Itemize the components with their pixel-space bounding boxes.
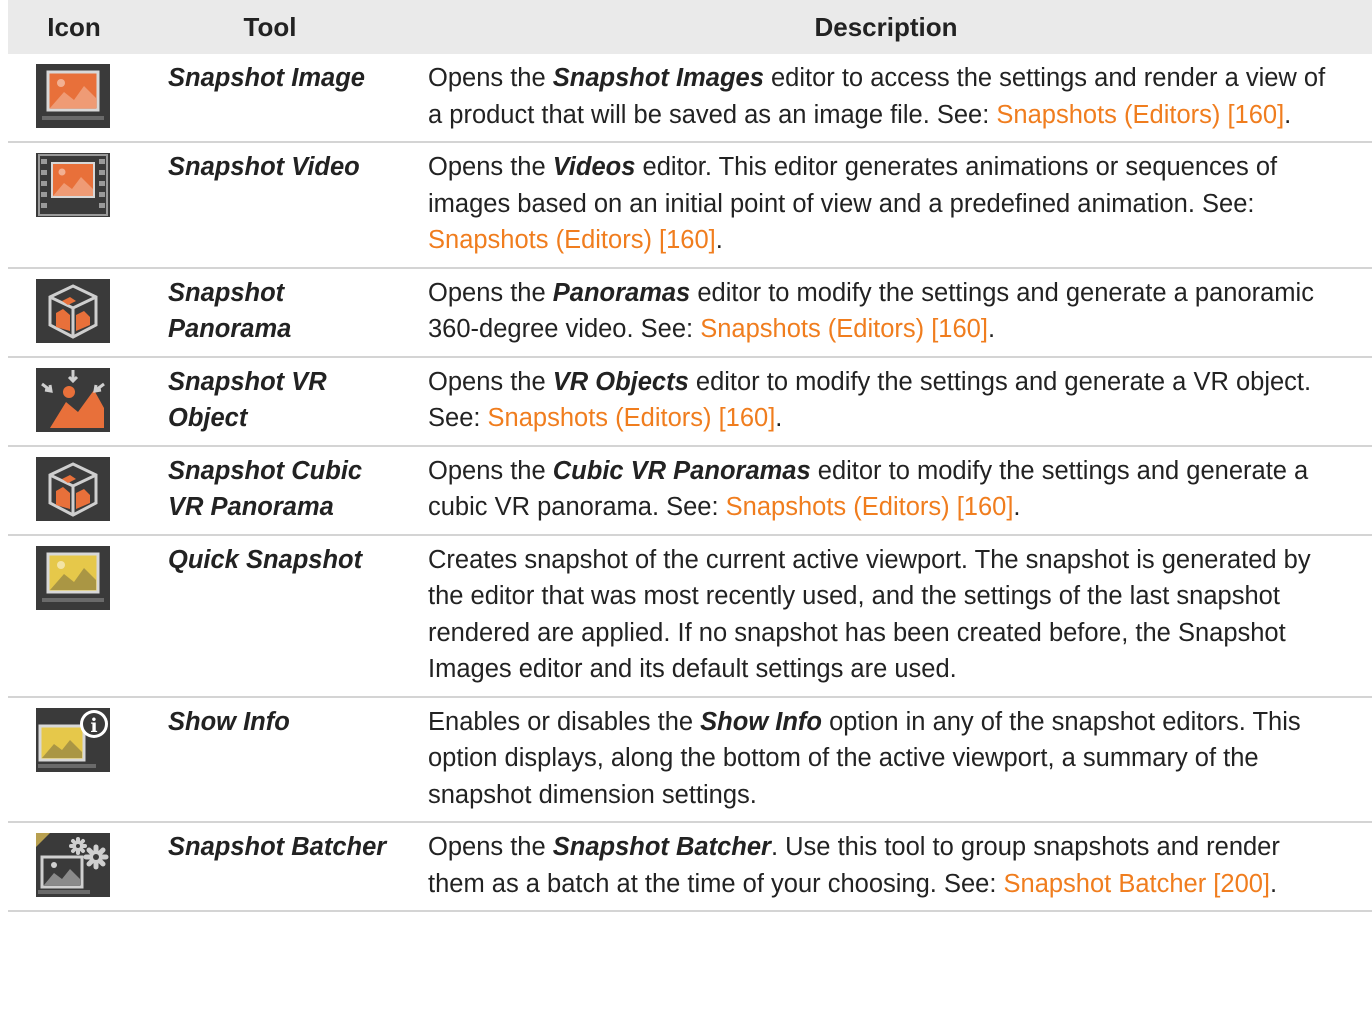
snapshot-batcher-icon xyxy=(36,833,110,897)
table-row: Snapshot Batcher Opens the Snapshot Batc… xyxy=(8,822,1372,911)
snapshots-editors-link[interactable]: Snapshots (Editors) [160] xyxy=(488,404,776,432)
show-info-icon: i xyxy=(36,707,110,772)
table-row: Snapshot VR Object Opens the VR Objects … xyxy=(8,357,1372,446)
header-icon: Icon xyxy=(8,0,140,54)
tools-table: Icon Tool Description Snapshot Image Ope… xyxy=(8,0,1372,912)
tool-name: Snapshot Batcher xyxy=(168,833,387,861)
table-row: Snapshot Video Opens the Videos editor. … xyxy=(8,142,1372,268)
snapshot-vr-object-icon xyxy=(36,367,110,432)
table-row: Snapshot Cubic VR Panorama Opens the Cub… xyxy=(8,446,1372,535)
snapshots-editors-link[interactable]: Snapshots (Editors) [160] xyxy=(996,101,1284,129)
snapshot-video-icon xyxy=(36,153,110,217)
tool-name: Snapshot Image xyxy=(168,64,365,92)
snapshot-cubic-vr-panorama-icon xyxy=(36,456,110,521)
tool-description: Opens the Panoramas editor to modify the… xyxy=(428,278,1314,344)
tool-name: Snapshot VR Object xyxy=(168,367,327,433)
table-row: Snapshot Image Opens the Snapshot Images… xyxy=(8,54,1372,142)
tool-name: Snapshot Cubic VR Panorama xyxy=(168,456,363,522)
table-row: Quick Snapshot Creates snapshot of the c… xyxy=(8,535,1372,697)
table-row: Snapshot Panorama Opens the Panoramas ed… xyxy=(8,268,1372,357)
quick-snapshot-icon xyxy=(36,545,110,610)
tool-name: Snapshot Panorama xyxy=(168,278,292,344)
tool-description: Enables or disables the Show Info option… xyxy=(428,707,1301,809)
snapshot-image-icon xyxy=(36,64,110,128)
header-description: Description xyxy=(400,0,1372,54)
header-tool: Tool xyxy=(140,0,400,54)
table-row: i Show Info Enables or disables the Show… xyxy=(8,697,1372,822)
tool-description: Opens the Cubic VR Panoramas editor to m… xyxy=(428,456,1309,522)
tool-description: Opens the Snapshot Batcher. Use this too… xyxy=(428,833,1280,898)
table-header-row: Icon Tool Description xyxy=(8,0,1372,54)
tool-description: Opens the VR Objects editor to modify th… xyxy=(428,367,1312,433)
snapshot-panorama-icon xyxy=(36,278,110,343)
tool-name: Show Info xyxy=(168,707,290,736)
snapshots-editors-link[interactable]: Snapshots (Editors) [160] xyxy=(428,226,716,254)
tool-description: Creates snapshot of the current active v… xyxy=(428,545,1311,684)
snapshots-editors-link[interactable]: Snapshots (Editors) [160] xyxy=(700,315,988,343)
tool-description: Opens the Snapshot Images editor to acce… xyxy=(428,64,1326,129)
tool-description: Opens the Videos editor. This editor gen… xyxy=(428,153,1278,254)
snapshot-batcher-link[interactable]: Snapshot Batcher [200] xyxy=(1004,870,1271,898)
snapshots-editors-link[interactable]: Snapshots (Editors) [160] xyxy=(726,493,1014,521)
tool-name: Snapshot Video xyxy=(168,153,360,181)
svg-text:i: i xyxy=(90,715,97,737)
tool-name: Quick Snapshot xyxy=(168,545,363,574)
